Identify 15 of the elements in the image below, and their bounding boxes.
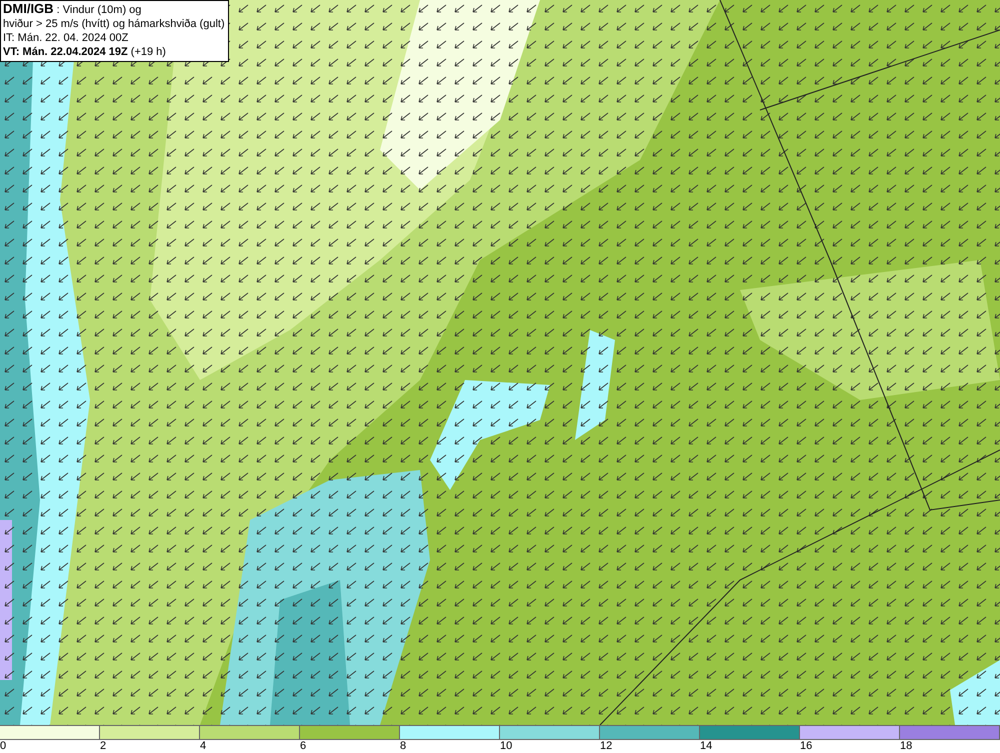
legend-tick-label: 2: [100, 740, 108, 752]
map-subtitle: hviður > 25 m/s (hvítt) og hámarkshviða (gult): [3, 17, 225, 31]
legend-tick-label: 14: [700, 740, 714, 752]
valid-time: VT: Mán. 22.04.2024 19Z (+19 h): [3, 45, 167, 59]
legend-tick-label: 16: [800, 740, 814, 752]
map-title: : Vindur (10m) og: [56, 4, 142, 16]
legend-tick-label: 6: [300, 740, 308, 752]
legend-tick-label: 8: [400, 740, 408, 752]
legend-tick-label: 18: [900, 740, 914, 752]
source-label: DMI/IGB: [3, 1, 54, 16]
legend-tick-label: 12: [600, 740, 614, 752]
legend-tick-label: 4: [200, 740, 208, 752]
legend-tick-label: 10: [500, 740, 514, 752]
legend-tick-label: 0: [0, 740, 8, 752]
init-time: IT: Mán. 22. 04. 2024 00Z: [3, 31, 130, 45]
